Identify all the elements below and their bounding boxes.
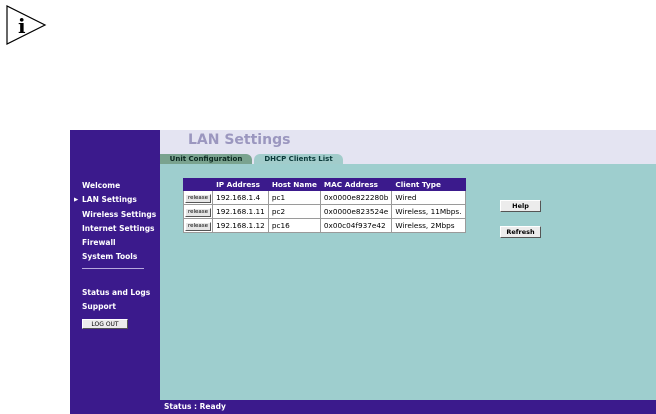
- help-button[interactable]: Help: [500, 200, 541, 212]
- mac-address-cell: 0x0000e822280b: [319, 190, 393, 205]
- page-title: LAN Settings: [188, 132, 291, 148]
- sidebar-item-status-and-logs[interactable]: Status and Logs: [82, 286, 150, 300]
- client-type-cell: Wireless, 11Mbps.: [391, 204, 466, 219]
- sidebar-item-firewall[interactable]: Firewall: [82, 236, 156, 250]
- host-name-cell: pc16: [267, 218, 321, 233]
- host-name-cell: pc2: [267, 204, 321, 219]
- info-glyph: i: [18, 14, 26, 38]
- client-type-cell: Wired: [391, 190, 466, 205]
- client-type-cell: Wireless, 2Mbps: [391, 218, 466, 233]
- release-button[interactable]: release: [185, 208, 212, 217]
- column-header-client-type: Client Type: [391, 178, 466, 191]
- action-cell: release: [182, 204, 214, 219]
- column-header-ip-address: IP Address: [212, 178, 269, 191]
- action-cell: release: [182, 218, 214, 233]
- column-header-mac-address: MAC Address: [319, 178, 393, 191]
- sidebar-item-wireless-settings[interactable]: Wireless Settings: [82, 208, 156, 222]
- info-note-icon: i: [6, 5, 47, 45]
- refresh-button[interactable]: Refresh: [500, 226, 541, 238]
- ip-address-cell: 192.168.1.12: [212, 218, 269, 233]
- ip-address-cell: 192.168.1.11: [212, 204, 269, 219]
- release-button[interactable]: release: [185, 194, 212, 203]
- dhcp-clients-table: IP Address Host Name MAC Address Client …: [182, 178, 466, 233]
- sidebar-divider: [82, 268, 144, 269]
- status-text: Status : Ready: [164, 402, 226, 411]
- sidebar-secondary-nav: Status and Logs Support: [82, 286, 150, 315]
- mac-address-cell: 0x0000e823524e: [319, 204, 393, 219]
- sidebar-item-system-tools[interactable]: System Tools: [82, 250, 156, 264]
- page-header: LAN Settings Unit Configuration DHCP Cli…: [160, 130, 656, 164]
- action-cell: release: [182, 190, 214, 205]
- column-header-host-name: Host Name: [267, 178, 321, 191]
- release-button[interactable]: release: [185, 222, 212, 231]
- tab-dhcp-clients-list[interactable]: DHCP Clients List: [254, 154, 343, 164]
- tab-unit-configuration[interactable]: Unit Configuration: [160, 154, 252, 164]
- sidebar: Welcome LAN Settings Wireless Settings I…: [70, 130, 160, 414]
- logout-button[interactable]: LOG OUT: [82, 319, 128, 329]
- mac-address-cell: 0x00c04f937e42: [319, 218, 393, 233]
- table-row: release 192.168.1.12 pc16 0x00c04f937e42…: [182, 218, 466, 233]
- content-panel: IP Address Host Name MAC Address Client …: [160, 164, 656, 400]
- sidebar-item-lan-settings[interactable]: LAN Settings: [74, 193, 156, 208]
- sidebar-item-welcome[interactable]: Welcome: [82, 179, 156, 193]
- ip-address-cell: 192.168.1.4: [212, 190, 269, 205]
- table-header-row: IP Address Host Name MAC Address Client …: [182, 178, 466, 191]
- table-row: release 192.168.1.11 pc2 0x0000e823524e …: [182, 204, 466, 219]
- table-row: release 192.168.1.4 pc1 0x0000e822280b W…: [182, 190, 466, 205]
- status-bar: Status : Ready: [160, 400, 656, 414]
- sidebar-nav: Welcome LAN Settings Wireless Settings I…: [74, 179, 156, 265]
- column-header-action: [182, 178, 214, 191]
- router-admin-screen: Welcome LAN Settings Wireless Settings I…: [70, 130, 656, 414]
- sidebar-item-support[interactable]: Support: [82, 300, 150, 314]
- sidebar-item-internet-settings[interactable]: Internet Settings: [82, 222, 156, 236]
- host-name-cell: pc1: [267, 190, 321, 205]
